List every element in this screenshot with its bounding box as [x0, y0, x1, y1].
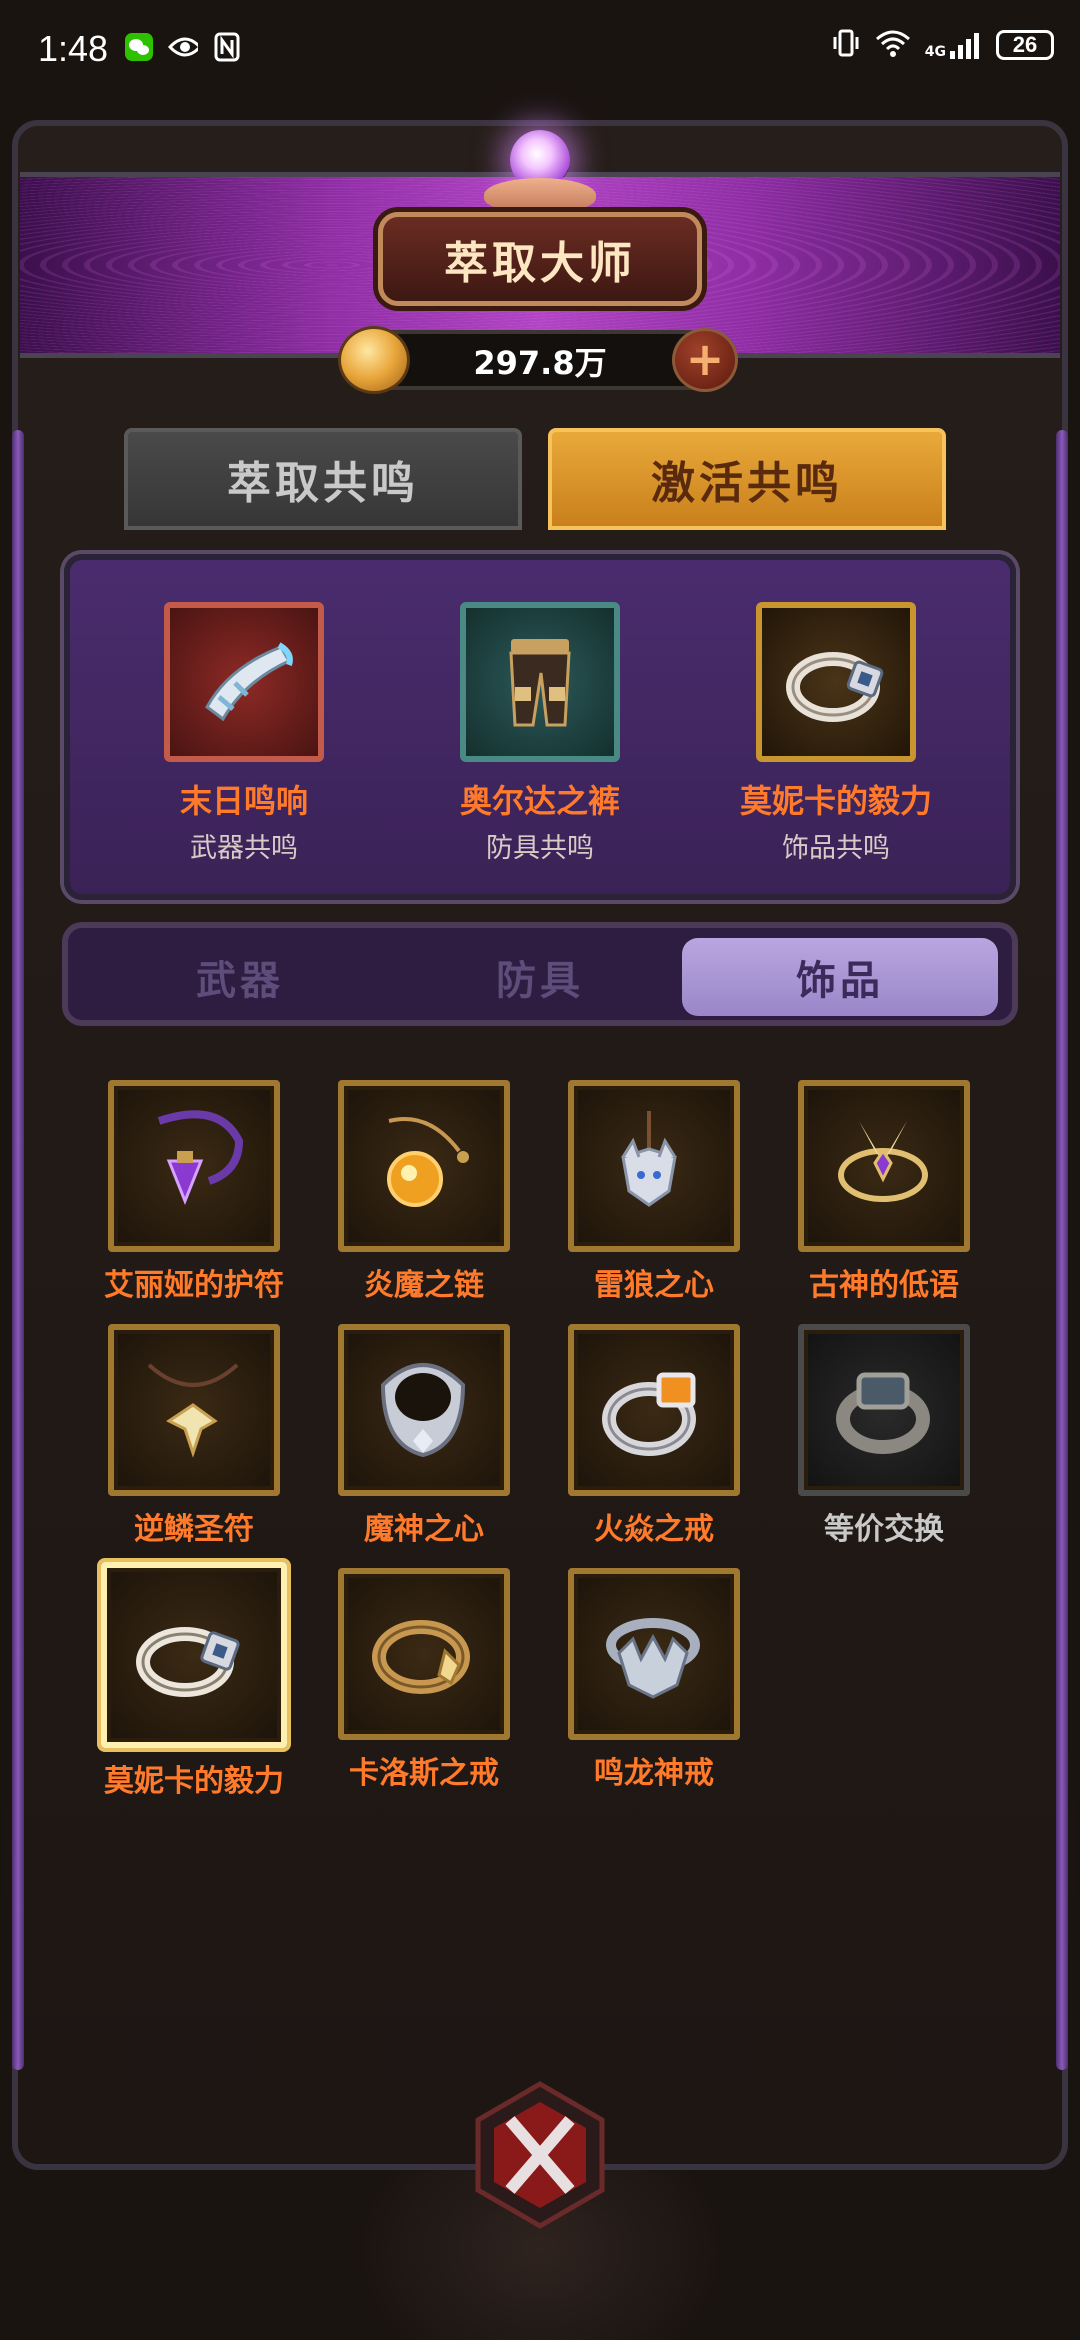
item-carlos-ring[interactable]: 卡洛斯之戒	[324, 1568, 524, 1792]
item-frame-locked	[798, 1324, 970, 1496]
item-reverse-scale-talisman[interactable]: 逆鳞圣符	[94, 1324, 294, 1548]
resonance-accessory-frame	[756, 602, 916, 762]
page-title: 萃取大师	[378, 212, 702, 306]
horn-icon	[205, 642, 293, 722]
resonance-armor-frame	[460, 602, 620, 762]
item-name: 古神的低语	[809, 1268, 959, 1303]
fire-ring-icon	[602, 1372, 696, 1456]
resonance-armor-type: 防具共鸣	[486, 833, 594, 864]
item-frame	[108, 1080, 280, 1252]
wifi-icon	[875, 29, 911, 61]
pants-icon	[509, 639, 571, 727]
winged-circlet-icon	[838, 1121, 928, 1202]
item-frame	[338, 1080, 510, 1252]
item-frame	[338, 1568, 510, 1740]
item-name: 等价交换	[824, 1512, 944, 1547]
tab-activate-resonance[interactable]: 激活共鸣	[548, 428, 946, 530]
clock: 1:48	[38, 28, 109, 69]
resonance-accessory[interactable]: 莫妮卡的毅力 饰品共鸣	[706, 602, 966, 865]
vibrate-icon	[831, 28, 861, 62]
gem-ring-icon	[136, 1627, 240, 1697]
item-monica-perseverance[interactable]: 莫妮卡的毅力	[94, 1562, 294, 1800]
resonance-accessory-name: 莫妮卡的毅力	[739, 782, 932, 820]
amber-pendant-icon	[387, 1117, 469, 1207]
silver-collar-icon	[380, 1363, 466, 1458]
resonance-weapon[interactable]: 末日鸣响 武器共鸣	[114, 602, 374, 865]
item-name: 莫妮卡的毅力	[104, 1764, 284, 1799]
item-aliya-amulet[interactable]: 艾丽娅的护符	[94, 1080, 294, 1304]
item-thunder-wolf-heart[interactable]: 雷狼之心	[554, 1080, 754, 1304]
tab-armor[interactable]: 防具	[400, 938, 680, 1016]
item-flame-chain[interactable]: 炎魔之链	[324, 1080, 524, 1304]
item-name: 卡洛斯之戒	[349, 1756, 499, 1791]
scale-pendant-icon	[147, 1363, 239, 1458]
signal-icon	[950, 33, 979, 59]
resonance-armor[interactable]: 奥尔达之裤 防具共鸣	[410, 602, 670, 865]
item-frame	[568, 1324, 740, 1496]
item-name: 逆鳞圣符	[134, 1512, 254, 1547]
item-name: 魔神之心	[364, 1512, 484, 1547]
nfc-icon	[212, 32, 242, 62]
add-coins-button[interactable]: +	[672, 328, 738, 392]
item-ancient-whisper[interactable]: 古神的低语	[784, 1080, 984, 1304]
wolf-pendant-icon	[621, 1111, 677, 1207]
tab-accessory[interactable]: 饰品	[682, 938, 998, 1016]
ring-icon	[786, 652, 884, 722]
battery-indicator: 26	[996, 30, 1054, 60]
item-frame	[338, 1324, 510, 1496]
status-bar: 1:48 4G 26	[0, 0, 1080, 100]
crossed-swords-emblem-icon	[475, 2081, 605, 2229]
purple-amulet-icon	[157, 1110, 244, 1206]
item-name: 鸣龙神戒	[594, 1756, 714, 1791]
network-type: 4G	[924, 44, 946, 60]
resonance-armor-name: 奥尔达之裤	[459, 782, 620, 820]
item-equivalent-exchange[interactable]: 等价交换	[784, 1324, 984, 1548]
item-blaze-ring[interactable]: 火焱之戒	[554, 1324, 754, 1548]
side-ornament-right	[1056, 430, 1068, 2070]
item-name: 艾丽娅的护符	[104, 1268, 284, 1303]
item-frame	[798, 1080, 970, 1252]
eye-icon	[168, 32, 198, 62]
gray-ring-icon	[836, 1372, 930, 1454]
item-name: 雷狼之心	[594, 1268, 714, 1303]
hand-icon	[484, 178, 596, 212]
item-roaring-dragon-ring[interactable]: 鸣龙神戒	[554, 1568, 754, 1792]
wechat-icon	[124, 32, 154, 62]
item-name: 火焱之戒	[594, 1512, 714, 1547]
item-frame-selected	[101, 1562, 287, 1748]
resonance-weapon-name: 末日鸣响	[179, 782, 308, 820]
tab-extract-resonance[interactable]: 萃取共鸣	[124, 428, 522, 530]
resonance-weapon-frame	[164, 602, 324, 762]
coin-balance: 297.8万	[473, 344, 607, 382]
tab-weapon[interactable]: 武器	[100, 938, 380, 1016]
resonance-accessory-type: 饰品共鸣	[782, 833, 890, 864]
resonance-weapon-type: 武器共鸣	[190, 833, 298, 864]
side-ornament-left	[12, 430, 24, 2070]
dragon-ring-icon	[606, 1618, 700, 1699]
item-frame	[108, 1324, 280, 1496]
item-frame	[568, 1568, 740, 1740]
item-name: 炎魔之链	[364, 1268, 484, 1303]
coin-icon	[338, 326, 410, 394]
gold-ring-icon	[372, 1620, 470, 1694]
item-demon-heart[interactable]: 魔神之心	[324, 1324, 524, 1548]
item-frame	[568, 1080, 740, 1252]
